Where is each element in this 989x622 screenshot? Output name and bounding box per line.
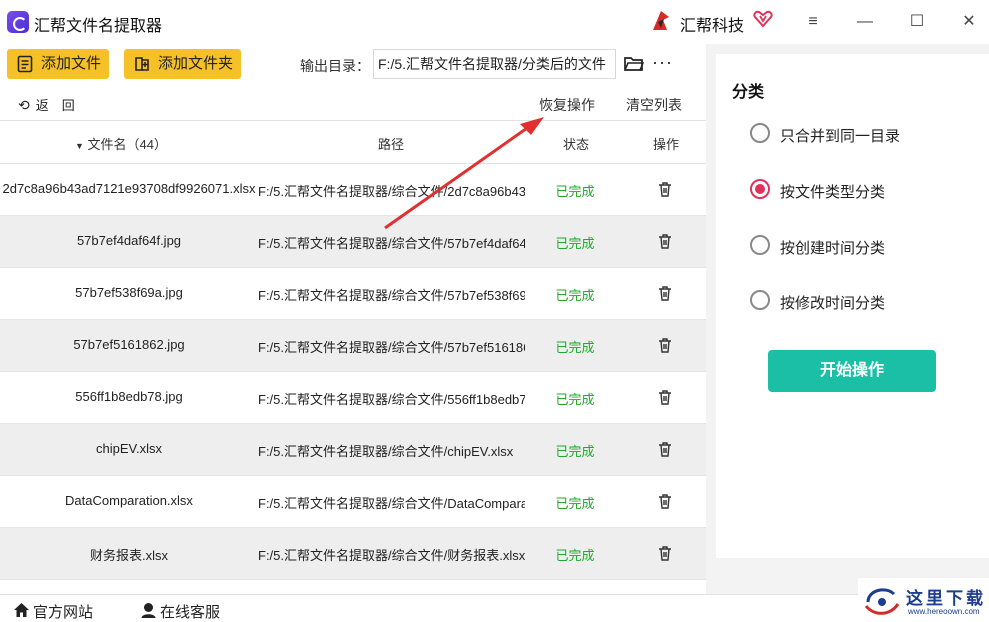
classification-title: 分类 bbox=[732, 84, 765, 101]
add-folder-label: 添加文件夹 bbox=[158, 55, 234, 72]
online-support-link[interactable]: 在线客服 bbox=[140, 601, 220, 622]
trash-icon[interactable] bbox=[657, 493, 673, 510]
file-path: F:/5.汇帮文件名提取器/综合文件/57b7ef538f69a.jpg bbox=[258, 288, 525, 303]
file-status: 已完成 bbox=[555, 496, 595, 511]
watermark-logo-icon bbox=[864, 588, 900, 615]
sort-down-icon: ▼ bbox=[75, 141, 84, 151]
file-path: F:/5.汇帮文件名提取器/综合文件/57b7ef5161862.jpg bbox=[258, 340, 525, 355]
start-button[interactable]: 开始操作 bbox=[768, 350, 936, 392]
radio-by-file-type[interactable] bbox=[750, 179, 770, 199]
output-dir-label: 输出目录： bbox=[300, 58, 370, 74]
file-name: 556ff1b8edb78.jpg bbox=[75, 389, 183, 404]
app-title: 汇帮文件名提取器 bbox=[34, 18, 163, 35]
file-status: 已完成 bbox=[555, 236, 595, 251]
trash-icon[interactable] bbox=[657, 389, 673, 406]
table-header: ▼ 文件名（44） 路径 状态 操作 bbox=[0, 121, 706, 164]
radio-by-created-time[interactable] bbox=[750, 235, 770, 255]
file-name: 57b7ef5161862.jpg bbox=[73, 337, 185, 352]
close-icon[interactable]: ✕ bbox=[959, 12, 979, 32]
trash-icon[interactable] bbox=[657, 545, 673, 562]
file-path: F:/5.汇帮文件名提取器/综合文件/财务报表.xlsx bbox=[258, 548, 525, 563]
table-row[interactable]: 556ff1b8edb78.jpg F:/5.汇帮文件名提取器/综合文件/556… bbox=[0, 372, 706, 424]
title-bar: 汇帮文件名提取器 汇帮科技 ≡ — ☐ ✕ bbox=[0, 0, 989, 44]
radio-merge-same-dir[interactable] bbox=[750, 123, 770, 143]
trash-icon[interactable] bbox=[657, 337, 673, 354]
name-column-header[interactable]: ▼ 文件名（44） bbox=[75, 134, 167, 153]
file-name: chipEV.xlsx bbox=[96, 441, 162, 456]
more-icon[interactable]: ··· bbox=[652, 52, 673, 73]
table-row[interactable]: 57b7ef538f69a.jpg F:/5.汇帮文件名提取器/综合文件/57b… bbox=[0, 268, 706, 320]
restore-button[interactable]: 恢复操作 bbox=[539, 95, 595, 115]
back-label: 返 回 bbox=[35, 98, 75, 113]
file-status: 已完成 bbox=[555, 444, 595, 459]
file-name: 57b7ef4daf64f.jpg bbox=[76, 233, 182, 248]
file-table: ▼ 文件名（44） 路径 状态 操作 2d7c8a96b43ad7121e937… bbox=[0, 120, 706, 594]
online-support-label: 在线客服 bbox=[160, 604, 221, 621]
headset-icon bbox=[141, 603, 156, 618]
official-website-link[interactable]: 官方网站 bbox=[13, 601, 93, 622]
file-name: 财务报表.xlsx bbox=[89, 548, 168, 563]
add-folder-button[interactable]: 添加文件夹 bbox=[124, 49, 241, 79]
watermark: 这里下载 www.hereoown.com bbox=[858, 578, 989, 622]
file-path: F:/5.汇帮文件名提取器/综合文件/DataComparation.xlsx bbox=[258, 496, 525, 511]
table-row[interactable]: chipEV.xlsx F:/5.汇帮文件名提取器/综合文件/chipEV.xl… bbox=[0, 424, 706, 476]
official-website-label: 官方网站 bbox=[33, 604, 94, 621]
add-file-icon bbox=[17, 55, 33, 73]
table-row[interactable]: 57b7ef5161862.jpg F:/5.汇帮文件名提取器/综合文件/57b… bbox=[0, 320, 706, 372]
minimize-icon[interactable]: — bbox=[855, 12, 875, 32]
app-logo-icon bbox=[7, 11, 29, 33]
maximize-icon[interactable]: ☐ bbox=[907, 12, 927, 32]
watermark-url: www.hereoown.com bbox=[908, 607, 980, 616]
table-row[interactable]: 财务报表.xlsx F:/5.汇帮文件名提取器/综合文件/财务报表.xlsx 已… bbox=[0, 528, 706, 580]
watermark-text: 这里下载 bbox=[906, 589, 986, 609]
file-path: F:/5.汇帮文件名提取器/综合文件/57b7ef4daf64f.jpg bbox=[258, 236, 525, 251]
clear-list-button[interactable]: 清空列表 bbox=[626, 95, 682, 115]
file-name: DataComparation.xlsx bbox=[65, 493, 193, 508]
brand-logo-icon bbox=[653, 11, 669, 30]
file-status: 已完成 bbox=[555, 288, 595, 303]
file-name: 2d7c8a96b43ad7121e93708df9926071.xlsx bbox=[2, 181, 256, 196]
status-column-header: 状态 bbox=[563, 137, 590, 152]
file-path: F:/5.汇帮文件名提取器/综合文件/556ff1b8edb78.jpg bbox=[258, 392, 525, 407]
trash-icon[interactable] bbox=[657, 441, 673, 458]
add-file-label: 添加文件 bbox=[41, 55, 102, 72]
radio-label-by-modified-time[interactable]: 按修改时间分类 bbox=[780, 292, 885, 313]
file-status: 已完成 bbox=[555, 548, 595, 563]
file-status: 已完成 bbox=[555, 340, 595, 355]
footer: 官方网站 在线客服 bbox=[0, 594, 989, 622]
back-button[interactable]: ⟲ 返 回 bbox=[18, 95, 75, 114]
action-bar: ⟲ 返 回 恢复操作 清空列表 bbox=[0, 88, 706, 120]
vip-heart-icon[interactable] bbox=[753, 10, 773, 28]
file-status: 已完成 bbox=[555, 184, 595, 199]
radio-label-merge-same-dir[interactable]: 只合并到同一目录 bbox=[780, 125, 900, 146]
file-name: 57b7ef538f69a.jpg bbox=[75, 285, 183, 300]
radio-label-by-file-type[interactable]: 按文件类型分类 bbox=[780, 181, 885, 202]
file-path: F:/5.汇帮文件名提取器/综合文件/chipEV.xlsx bbox=[258, 444, 514, 459]
add-file-button[interactable]: 添加文件 bbox=[7, 49, 109, 79]
menu-icon[interactable]: ≡ bbox=[803, 12, 823, 32]
back-arrow-icon: ⟲ bbox=[18, 97, 30, 113]
table-row[interactable]: DataComparation.xlsx F:/5.汇帮文件名提取器/综合文件/… bbox=[0, 476, 706, 528]
file-path: F:/5.汇帮文件名提取器/综合文件/2d7c8a96b43ad7121e937… bbox=[258, 184, 525, 199]
brand-name: 汇帮科技 bbox=[680, 18, 745, 35]
add-folder-icon bbox=[135, 57, 149, 71]
output-dir-field[interactable]: F:/5.汇帮文件名提取器/分类后的文件 bbox=[373, 49, 616, 79]
radio-label-by-created-time[interactable]: 按创建时间分类 bbox=[780, 237, 885, 258]
home-icon bbox=[14, 603, 29, 617]
folder-open-icon[interactable] bbox=[624, 56, 644, 72]
path-column-header: 路径 bbox=[378, 137, 405, 152]
action-column-header: 操作 bbox=[653, 137, 680, 152]
trash-icon[interactable] bbox=[657, 181, 673, 198]
radio-by-modified-time[interactable] bbox=[750, 290, 770, 310]
trash-icon[interactable] bbox=[657, 285, 673, 302]
toolbar: 添加文件 添加文件夹 输出目录： F:/5.汇帮文件名提取器/分类后的文件 ··… bbox=[0, 44, 706, 88]
trash-icon[interactable] bbox=[657, 233, 673, 250]
file-status: 已完成 bbox=[555, 392, 595, 407]
table-row[interactable]: 57b7ef4daf64f.jpg F:/5.汇帮文件名提取器/综合文件/57b… bbox=[0, 216, 706, 268]
table-row[interactable]: 2d7c8a96b43ad7121e93708df9926071.xlsx F:… bbox=[0, 164, 706, 216]
